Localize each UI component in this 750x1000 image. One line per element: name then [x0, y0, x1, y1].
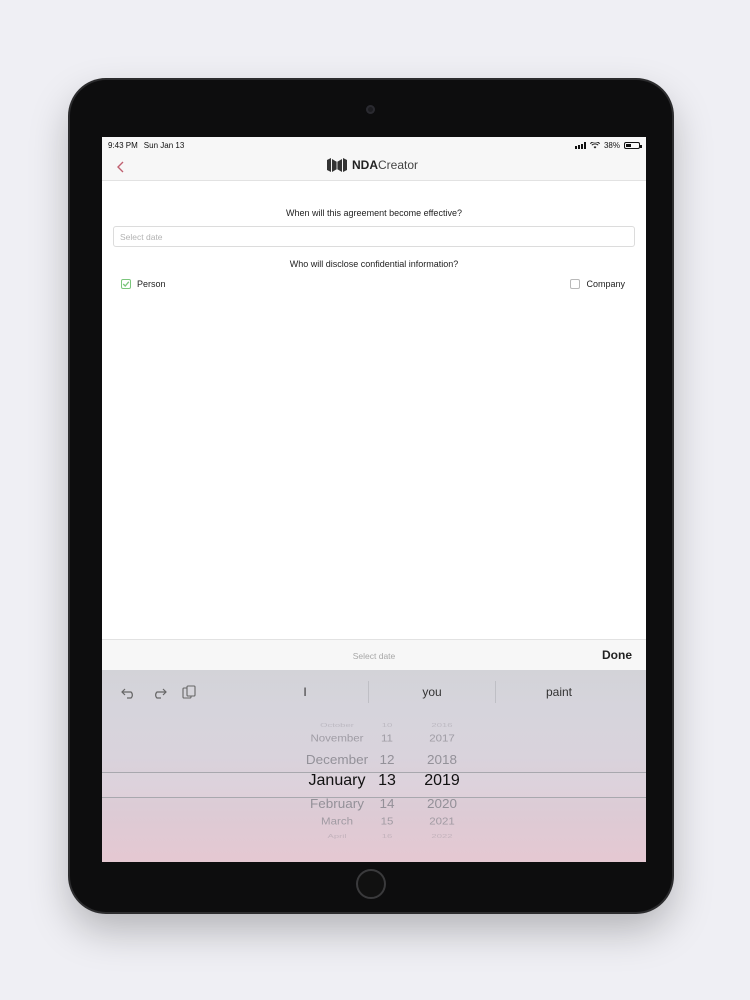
disclosing-party-question: Who will disclose confidential informati…	[289, 259, 459, 269]
back-chevron-icon[interactable]	[114, 159, 128, 175]
year-option[interactable]: 2017	[417, 734, 467, 744]
paste-icon[interactable]	[180, 685, 198, 699]
checkmark-icon	[122, 281, 130, 287]
undo-icon[interactable]	[120, 685, 138, 699]
day-option[interactable]: 14	[367, 796, 407, 810]
year-option[interactable]: 2018	[417, 752, 467, 766]
app-logo: NDACreator	[326, 157, 418, 173]
logo-light-text: Creator	[378, 158, 419, 172]
home-button[interactable]	[356, 869, 386, 899]
day-option[interactable]: 16	[367, 834, 407, 840]
nav-bar: NDACreator	[102, 153, 646, 181]
company-checkbox[interactable]	[570, 279, 581, 289]
nda-logo-icon	[327, 158, 347, 172]
day-option[interactable]: 13	[367, 772, 407, 790]
shortcut-bar: I you paint	[102, 670, 646, 714]
person-checkbox[interactable]	[121, 279, 131, 289]
effective-date-question: When will this agreement become effectiv…	[286, 208, 462, 218]
option-person[interactable]: Person	[121, 279, 166, 289]
year-option[interactable]: 2016	[417, 723, 467, 729]
year-option[interactable]: 2022	[417, 834, 467, 840]
company-label: Company	[586, 279, 625, 289]
day-option[interactable]: 15	[367, 817, 407, 827]
status-date: Sun Jan 13	[143, 140, 185, 150]
redo-icon[interactable]	[150, 685, 168, 699]
battery-percent: 38%	[603, 140, 620, 150]
keyboard-area: I you paint October November December Janua…	[102, 670, 646, 862]
done-button[interactable]: Done	[602, 648, 632, 662]
date-picker[interactable]: October November December January February Ma…	[102, 722, 646, 848]
day-option[interactable]: 12	[367, 752, 407, 766]
day-option[interactable]: 10	[367, 723, 407, 729]
status-bar: 9:43 PM Sun Jan 13 38%	[102, 137, 646, 153]
day-option[interactable]: 11	[367, 734, 407, 744]
status-time: 9:43 PM	[108, 140, 138, 150]
suggestion-3[interactable]: paint	[495, 681, 622, 703]
signal-icon	[574, 141, 586, 149]
logo-bold-text: NDA	[352, 158, 378, 172]
effective-date-field[interactable]: Select date	[113, 226, 635, 247]
option-company[interactable]: Company	[570, 279, 625, 289]
year-wheel[interactable]: 2016 2017 2018 2019 2020 2021 2022	[417, 722, 467, 848]
year-option[interactable]: 2021	[417, 817, 467, 827]
camera	[366, 105, 375, 114]
battery-icon	[624, 141, 642, 149]
year-option[interactable]: 2019	[417, 772, 467, 790]
year-option[interactable]: 2020	[417, 796, 467, 810]
suggestion-2[interactable]: you	[368, 681, 495, 703]
picker-title: Select date	[352, 651, 396, 661]
person-label: Person	[137, 279, 166, 289]
suggestion-1[interactable]: I	[242, 681, 368, 703]
day-wheel[interactable]: 10 11 12 13 14 15 16	[367, 722, 407, 848]
picker-toolbar: Select date Done	[102, 639, 646, 670]
app-screen: 9:43 PM Sun Jan 13 38% NDACreator When w…	[102, 137, 646, 862]
wifi-icon	[589, 141, 600, 148]
